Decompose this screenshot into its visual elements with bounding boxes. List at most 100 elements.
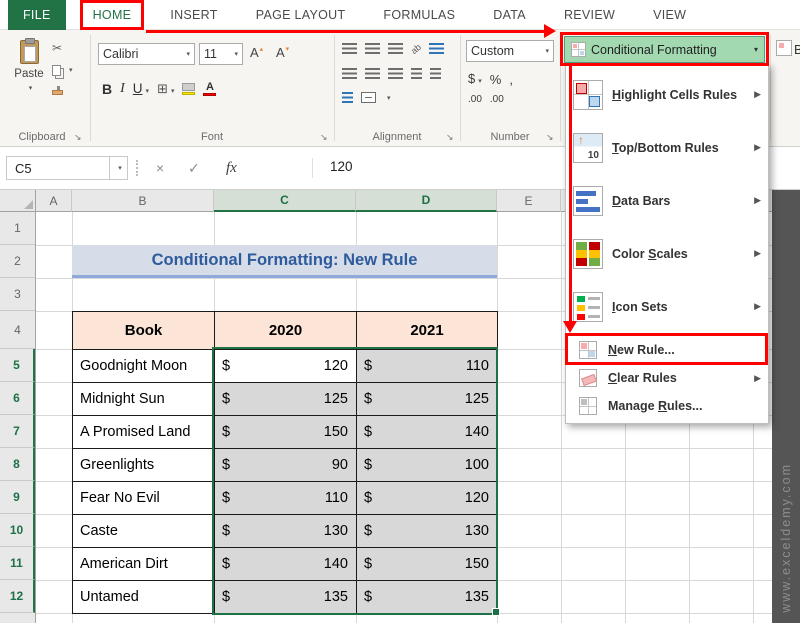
select-all-corner[interactable] [0, 190, 36, 212]
row-header[interactable]: 2 [0, 245, 35, 278]
menu-item[interactable]: Clear Rules ▶ [566, 364, 768, 392]
cell-2021[interactable]: $ 110 [357, 350, 498, 383]
menu-item[interactable]: Color Scales ▶ [566, 227, 768, 280]
cell-2021[interactable]: $ 135 [357, 581, 498, 614]
paste-button[interactable]: Paste ▾ [8, 38, 50, 112]
align-right-icon[interactable] [388, 68, 403, 79]
row-header[interactable]: 9 [0, 481, 35, 514]
cell-2021[interactable]: $ 140 [357, 416, 498, 449]
cell-2020[interactable]: $ 110 [215, 482, 357, 515]
cell-book[interactable]: Untamed [73, 581, 215, 614]
clipboard-dialog-launcher-icon[interactable]: ↘ [74, 132, 82, 143]
cell-book[interactable]: Fear No Evil [73, 482, 215, 515]
ribbon-tab[interactable]: HOME [80, 0, 145, 30]
accounting-format-button[interactable]: $▾ [468, 70, 482, 88]
enter-icon[interactable]: ✓ [188, 160, 200, 177]
cut-button[interactable]: ✂ [52, 40, 78, 56]
increase-indent-icon[interactable] [430, 68, 441, 79]
column-header[interactable]: B [72, 190, 214, 212]
comma-style-button[interactable]: , [509, 72, 513, 87]
menu-item[interactable]: Data Bars ▶ [566, 174, 768, 227]
cell-style-icon[interactable] [776, 40, 792, 56]
cell-book[interactable]: Greenlights [73, 449, 215, 482]
cell-book[interactable]: Goodnight Moon [73, 350, 215, 383]
row-header[interactable]: 12 [0, 580, 35, 613]
number-format-select[interactable]: Custom ▾ [466, 40, 554, 62]
align-bottom-icon[interactable] [388, 43, 403, 54]
cell-book[interactable]: A Promised Land [73, 416, 215, 449]
menu-item[interactable]: New Rule... [566, 336, 768, 364]
underline-button[interactable]: U▾ [133, 80, 149, 98]
cell-2021[interactable]: $ 125 [357, 383, 498, 416]
font-dialog-launcher-icon[interactable]: ↘ [320, 132, 328, 143]
cell-book[interactable]: Caste [73, 515, 215, 548]
grow-font-button[interactable]: A▴ [250, 45, 263, 60]
align-middle-icon[interactable] [365, 43, 380, 54]
number-dialog-launcher-icon[interactable]: ↘ [546, 132, 554, 143]
row-header[interactable]: 4 [0, 311, 35, 349]
cell-2020[interactable]: $ 135 [215, 581, 357, 614]
row-header[interactable]: 10 [0, 514, 35, 547]
row-header[interactable]: 1 [0, 212, 35, 245]
font-name-select[interactable]: Calibri ▾ [98, 43, 195, 65]
shrink-font-button[interactable]: A▾ [276, 45, 289, 60]
name-box[interactable]: C5 [6, 156, 110, 180]
font-size-select[interactable]: 11 ▾ [199, 43, 243, 65]
cancel-icon[interactable]: × [156, 160, 164, 176]
ribbon-tab[interactable]: FORMULAS [371, 0, 467, 30]
cell-2020[interactable]: $ 125 [215, 383, 357, 416]
indent-icon[interactable] [342, 92, 353, 103]
align-center-icon[interactable] [365, 68, 380, 79]
copy-button[interactable]: ▾ [52, 62, 78, 78]
cell-2021[interactable]: $ 120 [357, 482, 498, 515]
insert-function-button[interactable]: fx [226, 160, 237, 177]
cell-2020[interactable]: $ 140 [215, 548, 357, 581]
header-cell-2020[interactable]: 2020 [215, 312, 357, 350]
menu-item[interactable]: Manage Rules... [566, 392, 768, 420]
ribbon-tab[interactable]: PAGE LAYOUT [244, 0, 358, 30]
borders-button[interactable]: ⊞▾ [157, 80, 174, 98]
sheet-title-cell[interactable]: Conditional Formatting: New Rule [72, 245, 497, 278]
format-painter-button[interactable] [52, 82, 78, 98]
name-box-dropdown[interactable]: ▾ [110, 156, 128, 180]
cell-2021[interactable]: $ 100 [357, 449, 498, 482]
cell-2020[interactable]: $ 150 [215, 416, 357, 449]
percent-style-button[interactable]: % [490, 72, 502, 87]
increase-decimal-button[interactable]: .00 [468, 94, 482, 105]
align-left-icon[interactable] [342, 68, 357, 79]
row-header[interactable]: 11 [0, 547, 35, 580]
conditional-formatting-button[interactable]: Conditional Formatting ▾ [564, 36, 765, 63]
ribbon-tab[interactable]: DATA [481, 0, 538, 30]
ribbon-tab[interactable]: VIEW [641, 0, 698, 30]
wrap-text-icon[interactable] [429, 43, 444, 54]
cell-2020[interactable]: $ 120 [215, 350, 357, 383]
menu-item[interactable]: Top/Bottom Rules ▶ [566, 121, 768, 174]
ribbon-tab[interactable]: REVIEW [552, 0, 627, 30]
cell-2021[interactable]: $ 130 [357, 515, 498, 548]
column-header[interactable]: C [214, 190, 356, 212]
cell-2020[interactable]: $ 130 [215, 515, 357, 548]
ribbon-tab[interactable]: INSERT [158, 0, 229, 30]
menu-item[interactable]: Highlight Cells Rules ▶ [566, 68, 768, 121]
menu-item[interactable]: Icon Sets ▶ [566, 280, 768, 333]
ribbon-tab[interactable]: FILE [8, 0, 66, 30]
font-color-button[interactable]: A [203, 83, 216, 96]
bold-button[interactable]: B [102, 81, 112, 97]
header-cell-book[interactable]: Book [73, 312, 215, 350]
formula-input[interactable]: 120 [330, 159, 353, 174]
cell-2021[interactable]: $ 150 [357, 548, 498, 581]
row-header[interactable]: 6 [0, 382, 35, 415]
cell-book[interactable]: American Dirt [73, 548, 215, 581]
row-header[interactable]: 8 [0, 448, 35, 481]
header-cell-2021[interactable]: 2021 [357, 312, 498, 350]
orientation-icon[interactable]: ab [409, 41, 423, 55]
row-header[interactable]: 7 [0, 415, 35, 448]
cell-2020[interactable]: $ 90 [215, 449, 357, 482]
cell-book[interactable]: Midnight Sun [73, 383, 215, 416]
column-header[interactable]: D [356, 190, 497, 212]
merge-center-icon[interactable] [361, 92, 376, 103]
fill-handle[interactable] [492, 608, 500, 616]
decrease-indent-icon[interactable] [411, 68, 422, 79]
row-header[interactable]: 5 [0, 349, 35, 382]
formula-bar-splitter[interactable] [136, 160, 139, 176]
